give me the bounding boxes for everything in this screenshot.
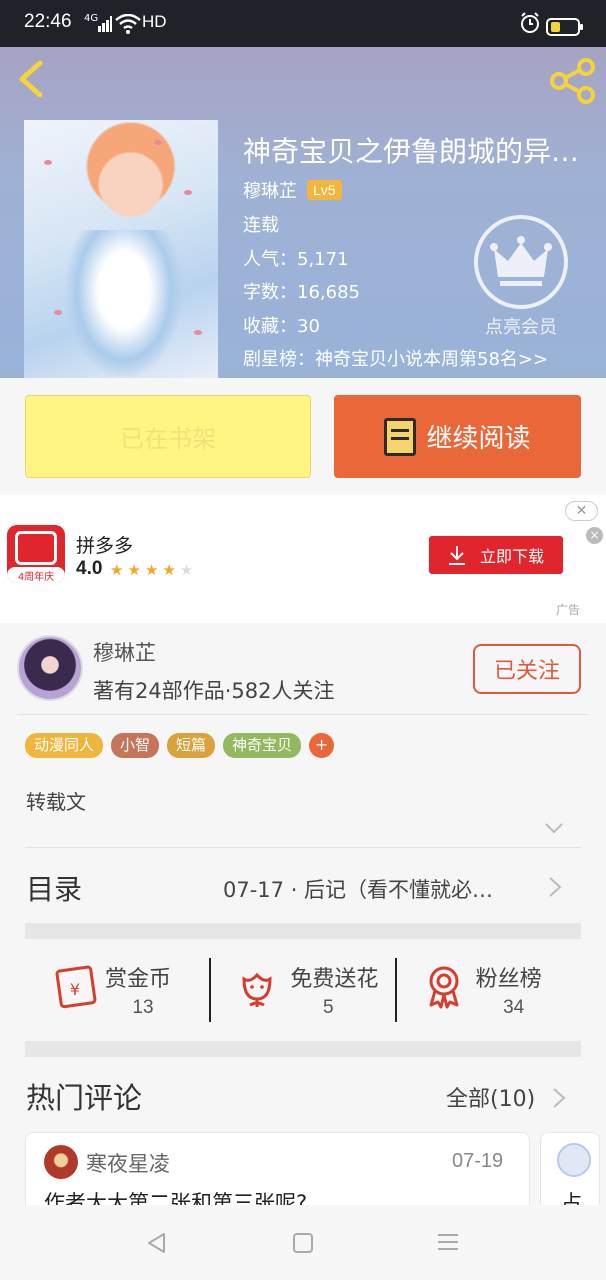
book-header: 神奇宝贝之伊鲁朗城的异… 穆琳芷 Lv5 连载 人气：5,171 字数：16,6… <box>0 47 606 378</box>
divider <box>17 714 589 715</box>
author-card-name[interactable]: 穆琳芷 <box>93 637 156 667</box>
latest-chapter: 07-17 · 后记（看不懂就必… <box>223 878 494 902</box>
chevron-down-icon[interactable] <box>544 822 564 834</box>
free-flower-item[interactable]: 免费送花 5 <box>210 943 395 1039</box>
tag-chip[interactable]: 动漫同人 <box>25 733 104 758</box>
support-stats: ¥ 赏金币 13 免费送花 5 粉丝榜 34 <box>25 943 581 1039</box>
status-time: 22:46 <box>24 11 72 32</box>
table-of-contents-row[interactable]: 目录 07-17 · 后记（看不懂就必… <box>26 860 581 916</box>
wifi-icon <box>115 14 141 34</box>
section-separator <box>25 1041 581 1057</box>
nav-home-icon[interactable] <box>293 1233 313 1253</box>
section-separator <box>25 923 581 939</box>
commenter-name: 寒夜星凌 <box>86 1152 170 1176</box>
stat-divider <box>395 958 397 1022</box>
battery-icon <box>546 18 583 36</box>
popularity-count: 人气：5,171 <box>243 249 349 270</box>
tag-list: 动漫同人 小智 短篇 神奇宝贝 + <box>25 733 335 758</box>
red-envelope-icon: ¥ <box>55 965 97 1009</box>
back-arrow-icon[interactable] <box>12 57 52 101</box>
commenter-avatar[interactable] <box>44 1145 78 1179</box>
divider <box>25 847 581 848</box>
comment-date: 07-19 <box>452 1150 504 1172</box>
all-comments-link[interactable]: 全部(10) <box>446 1081 535 1113</box>
continue-reading-label: 继续阅读 <box>426 424 531 454</box>
download-icon <box>448 546 465 565</box>
vip-button[interactable]: 点亮会员 <box>474 215 568 339</box>
author-card-meta: 著有24部作品·582人关注 <box>93 679 335 703</box>
stat-label: 粉丝榜 <box>475 967 542 992</box>
stat-value: 5 <box>323 997 334 1018</box>
ad-label: 广告 <box>556 603 581 617</box>
ad-close-button[interactable]: ✕ <box>565 501 598 521</box>
author-row: 穆琳芷 Lv5 <box>243 177 342 203</box>
book-title: 神奇宝贝之伊鲁朗城的异… <box>243 135 580 168</box>
book-cover-image[interactable] <box>24 120 218 378</box>
ad-rating: 4.0 <box>76 558 103 579</box>
ad-app-name: 拼多多 <box>76 535 134 557</box>
toc-title: 目录 <box>26 873 83 906</box>
continue-reading-button[interactable]: 继续阅读 <box>334 395 581 478</box>
follow-button[interactable]: 已关注 <box>473 644 581 694</box>
comments-title: 热门评论 <box>26 1081 143 1115</box>
chevron-right-icon[interactable] <box>552 1087 566 1109</box>
tag-chip[interactable]: 小智 <box>111 733 160 758</box>
pinduoduo-logo-icon: 4周年庆 <box>7 525 65 583</box>
author-avatar[interactable] <box>17 635 83 701</box>
hot-comments-header: 热门评论 全部(10) <box>26 1075 581 1119</box>
stat-value: 34 <box>503 997 525 1018</box>
nav-menu-icon[interactable] <box>438 1234 458 1255</box>
rating-stars-icon: ★★★★★ <box>110 561 197 579</box>
alarm-icon <box>521 12 539 33</box>
serial-status: 连载 <box>243 215 279 236</box>
stars-filled: ★★★★ <box>110 561 180 579</box>
author-name[interactable]: 穆琳芷 <box>243 177 297 203</box>
stat-label: 赏金币 <box>105 967 172 992</box>
flower-icon <box>242 972 272 1007</box>
ad-download-label: 立即下载 <box>479 547 544 566</box>
system-nav-bar <box>0 1205 606 1280</box>
stat-value: 13 <box>132 997 154 1018</box>
hd-indicator: HD <box>142 12 167 31</box>
crown-icon <box>474 215 568 309</box>
network-type: 4G <box>84 13 99 24</box>
fan-ranking-item[interactable]: 粉丝榜 34 <box>396 943 581 1039</box>
book-description: 转载文 <box>26 790 86 814</box>
ad-logo-tag: 4周年庆 <box>7 567 65 583</box>
ad-dismiss-icon[interactable]: × <box>586 527 603 544</box>
tag-chip[interactable]: 神奇宝贝 <box>223 733 302 758</box>
reward-coins-item[interactable]: ¥ 赏金币 13 <box>25 943 210 1039</box>
signal-icon <box>98 16 112 32</box>
chevron-right-icon <box>549 877 562 897</box>
stat-divider <box>209 958 211 1022</box>
stars-empty: ★ <box>179 561 198 579</box>
add-tag-button[interactable]: + <box>309 733 335 758</box>
status-bar: 22:46 4G HD <box>0 0 606 47</box>
svg-text:¥: ¥ <box>70 980 80 999</box>
author-card: 穆琳芷 著有24部作品·582人关注 已关注 <box>0 623 606 715</box>
medal-icon <box>429 966 459 1009</box>
share-icon[interactable] <box>548 57 598 105</box>
word-count: 字数：16,685 <box>243 282 360 303</box>
on-shelf-button[interactable]: 已在书架 <box>25 395 311 478</box>
stat-label: 免费送花 <box>290 967 379 992</box>
level-badge: Lv5 <box>307 180 342 200</box>
book-icon <box>384 417 417 456</box>
nav-back-icon[interactable] <box>146 1232 168 1254</box>
vip-label: 点亮会员 <box>485 317 557 338</box>
tag-chip[interactable]: 短篇 <box>167 733 216 758</box>
commenter-avatar[interactable] <box>557 1143 591 1177</box>
favorites-count: 收藏：30 <box>243 316 320 337</box>
ranking-link[interactable]: 剧星榜：神奇宝贝小说本周第58名>> <box>243 345 548 371</box>
ad-download-button[interactable]: 立即下载 <box>429 536 563 574</box>
